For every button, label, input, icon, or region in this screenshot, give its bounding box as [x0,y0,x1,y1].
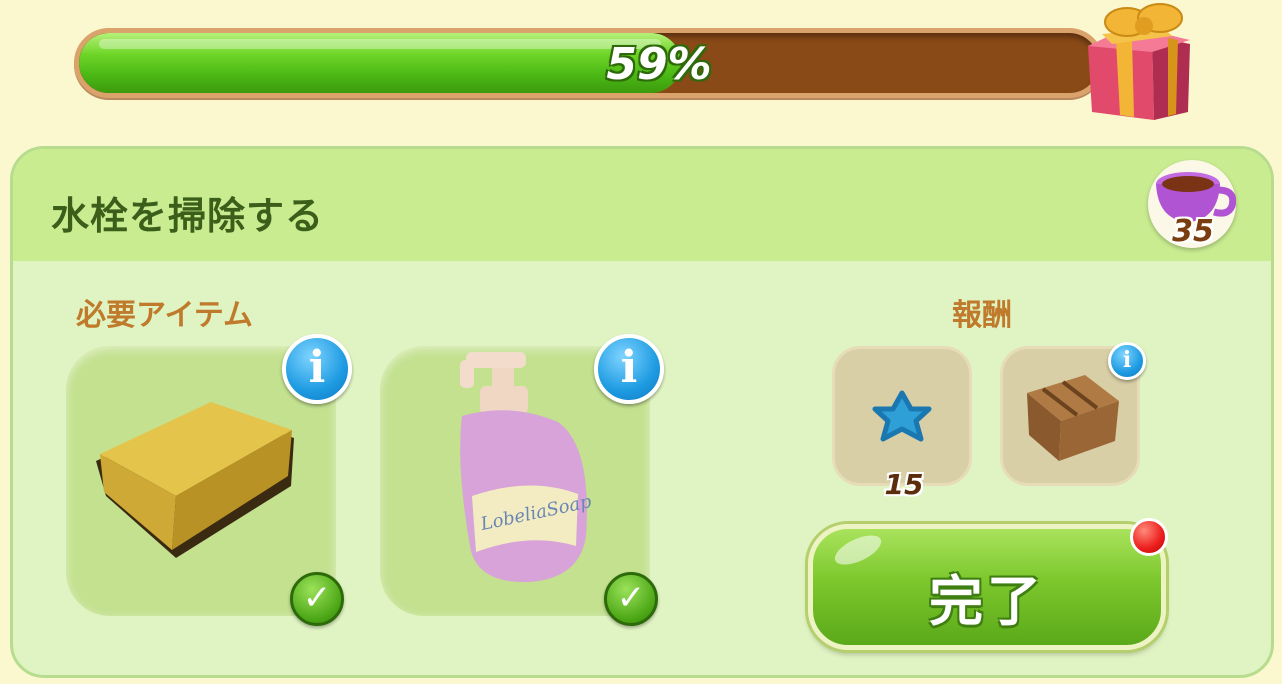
task-title: 水栓を掃除する [51,194,325,238]
required-items-label: 必要アイテム [76,298,253,333]
complete-button[interactable]: 完了 [808,524,1166,650]
reward-star[interactable] [832,346,972,486]
rewards-label: 報酬 [952,298,1012,333]
notification-dot [1130,518,1168,556]
complete-button-label: 完了 [929,570,1045,633]
blue-star-icon [872,390,932,442]
reward-star-count: 15 [884,468,924,501]
progress-percent: 59% [606,39,712,90]
check-icon-soap: ✓ [604,572,658,626]
gift-box-icon[interactable] [1072,0,1202,128]
info-button-sponge[interactable]: i [282,334,352,404]
task-header: 水栓を掃除する [13,149,1271,261]
info-button-crate[interactable]: i [1108,342,1146,380]
check-icon-sponge: ✓ [290,572,344,626]
energy-cost-count: 35 [1172,214,1214,249]
info-button-soap[interactable]: i [594,334,664,404]
progress-bar: 59% [74,28,1104,98]
